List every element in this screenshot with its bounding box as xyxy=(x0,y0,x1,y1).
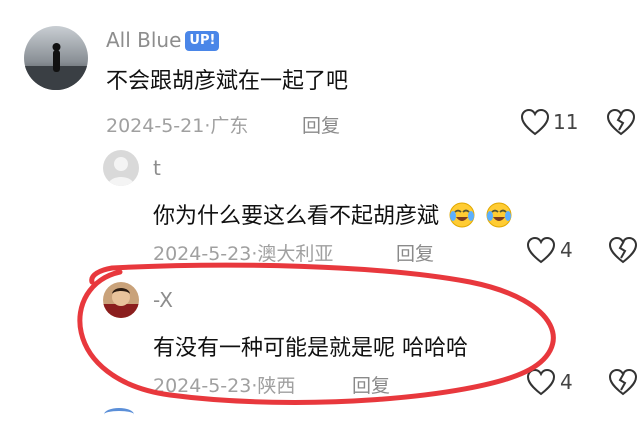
reply-button[interactable]: 回复 xyxy=(396,239,434,266)
crying-laughing-emoji xyxy=(448,201,476,235)
comment-meta: 2024-5-21·广东 xyxy=(106,111,248,138)
comment-text: 有没有一种可能是就是呢 哈哈哈 xyxy=(153,336,468,361)
comment-location: 澳大利亚 xyxy=(257,243,334,265)
comment-text: 你为什么要这么看不起胡彦斌 xyxy=(153,198,513,235)
username-text[interactable]: All Blue xyxy=(106,28,181,52)
avatar[interactable] xyxy=(103,150,139,186)
crying-laughing-emoji xyxy=(485,201,513,235)
comment-location: 广东 xyxy=(210,115,249,137)
username[interactable]: -X xyxy=(153,288,173,312)
reply-button[interactable]: 回复 xyxy=(352,371,390,398)
dislike-icon[interactable] xyxy=(608,236,638,264)
avatar[interactable] xyxy=(24,26,88,90)
comment-text: 不会跟胡彦斌在一起了吧 xyxy=(106,69,349,94)
comment-date: 2024-5-23 xyxy=(153,243,252,265)
heart-icon[interactable] xyxy=(520,108,550,136)
comment-meta: 2024-5-23·澳大利亚 xyxy=(153,239,333,266)
comment-location: 陕西 xyxy=(257,375,296,397)
heart-icon[interactable] xyxy=(526,368,556,396)
dislike-icon[interactable] xyxy=(608,368,638,396)
username[interactable]: t xyxy=(153,156,161,180)
like-count: 4 xyxy=(560,238,573,262)
reply-button[interactable]: 回复 xyxy=(302,111,340,138)
dislike-icon[interactable] xyxy=(606,108,636,136)
like-count: 4 xyxy=(560,370,573,394)
username[interactable]: All Blue UP! xyxy=(106,28,220,52)
avatar[interactable] xyxy=(103,282,139,318)
comment-text-body: 你为什么要这么看不起胡彦斌 xyxy=(153,204,440,229)
comment-meta: 2024-5-23·陕西 xyxy=(153,371,295,398)
up-badge: UP! xyxy=(185,31,220,51)
comment-date: 2024-5-23 xyxy=(153,375,252,397)
comment-date: 2024-5-21 xyxy=(106,115,205,137)
heart-icon[interactable] xyxy=(526,236,556,264)
like-count: 11 xyxy=(553,110,579,134)
